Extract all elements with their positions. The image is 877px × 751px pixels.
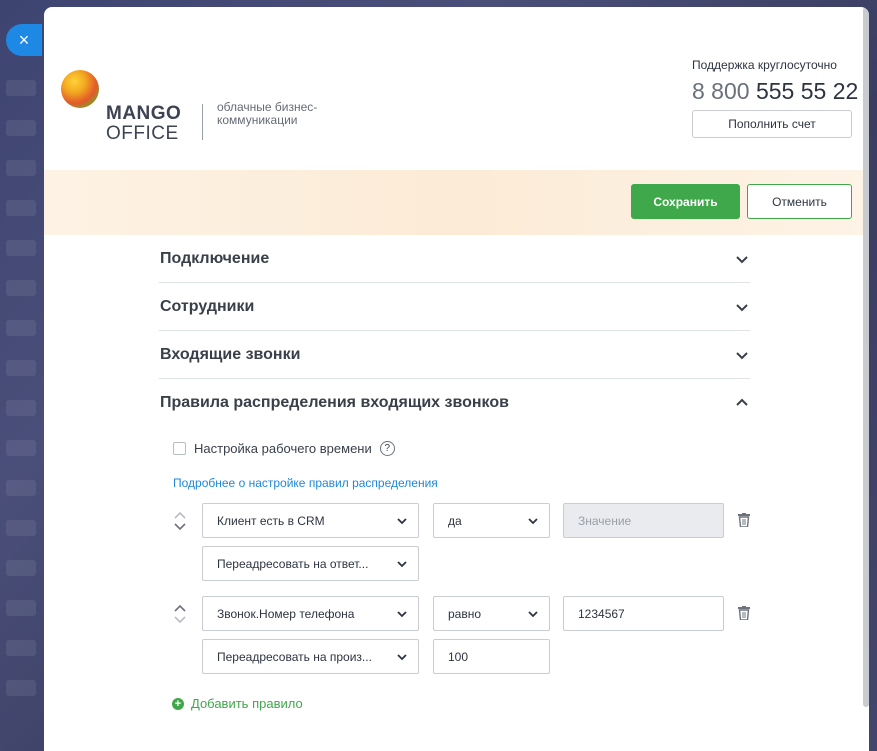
settings-content: Подключение Сотрудники Входящие звонки П… — [159, 235, 750, 747]
select-value: да — [448, 513, 462, 528]
save-button[interactable]: Сохранить — [631, 184, 740, 219]
logo-wordmark-office: OFFICE — [106, 123, 179, 144]
phone-prefix: 8 800 — [692, 78, 750, 104]
action-bar: Сохранить Отменить — [44, 170, 869, 235]
chevron-down-icon — [397, 518, 407, 525]
backdrop-row — [6, 600, 36, 616]
backdrop-row — [6, 160, 36, 176]
section-employees[interactable]: Сотрудники — [159, 283, 750, 331]
section-title: Правила распределения входящих звонков — [160, 394, 509, 411]
help-icon[interactable]: ? — [379, 441, 395, 456]
settings-modal: MANGO OFFICE облачные бизнес-коммуникаци… — [44, 7, 869, 751]
logo-tagline: облачные бизнес-коммуникации — [217, 100, 318, 127]
add-rule-label: Добавить правило — [191, 696, 303, 711]
select-value: Переадресовать на ответ... — [217, 556, 369, 571]
backdrop-row — [6, 400, 36, 416]
rule1-value-input[interactable]: Значение — [563, 503, 724, 538]
chevron-down-icon — [736, 256, 748, 264]
section-connection[interactable]: Подключение — [159, 235, 750, 283]
plus-circle-icon: + — [172, 697, 184, 710]
chevron-down-icon — [397, 654, 407, 661]
rule2-action-value-input[interactable]: 100 — [433, 639, 550, 674]
section-title: Сотрудники — [160, 297, 255, 315]
rule2-condition-select[interactable]: Звонок.Номер телефона — [202, 596, 419, 631]
select-value: Клиент есть в CRM — [217, 513, 325, 528]
chevron-up-icon — [736, 398, 748, 406]
support-block: Поддержка круглосуточно 8 800 555 55 22 — [692, 58, 858, 105]
chevron-down-icon — [736, 352, 748, 360]
backdrop-row — [6, 520, 36, 536]
chevron-down-icon — [397, 561, 407, 568]
backdrop-row — [6, 320, 36, 336]
section-title: Входящие звонки — [160, 345, 301, 363]
scrollbar[interactable] — [863, 7, 869, 707]
backdrop-row — [6, 560, 36, 576]
close-modal-button[interactable]: × — [6, 24, 42, 56]
rule1-operator-select[interactable]: да — [433, 503, 550, 538]
reorder-icon[interactable] — [173, 510, 187, 532]
rule1-action-select[interactable]: Переадресовать на ответ... — [202, 546, 419, 581]
worktime-checkbox[interactable] — [173, 442, 186, 455]
logo-divider — [202, 104, 203, 140]
select-value: равно — [448, 606, 482, 621]
rule2-value-input[interactable]: 1234567 — [563, 596, 724, 631]
chevron-down-icon — [397, 611, 407, 618]
worktime-label: Настройка рабочего времени — [194, 441, 372, 456]
backdrop-list — [0, 80, 44, 751]
logo-icon — [61, 70, 99, 108]
rule2-action-select[interactable]: Переадресовать на произ... — [202, 639, 419, 674]
topup-button[interactable]: Пополнить счет — [692, 110, 852, 138]
trash-icon[interactable] — [738, 513, 750, 527]
rule2-operator-select[interactable]: равно — [433, 596, 550, 631]
backdrop-row — [6, 640, 36, 656]
section-title: Подключение — [160, 249, 270, 267]
add-rule-button[interactable]: + Добавить правило — [172, 696, 303, 711]
backdrop-row — [6, 80, 36, 96]
distribution-rules-panel: Настройка рабочего времени ? Подробнее о… — [159, 427, 750, 747]
reorder-icon[interactable] — [173, 603, 187, 625]
backdrop-row — [6, 360, 36, 376]
select-value: Звонок.Номер телефона — [217, 606, 355, 621]
select-value: Переадресовать на произ... — [217, 649, 372, 664]
support-phone: 8 800 555 55 22 — [692, 78, 858, 105]
trash-icon[interactable] — [738, 606, 750, 620]
backdrop-row — [6, 480, 36, 496]
section-incoming-calls[interactable]: Входящие звонки — [159, 331, 750, 379]
backdrop-row — [6, 280, 36, 296]
backdrop-row — [6, 200, 36, 216]
chevron-down-icon — [528, 518, 538, 525]
modal-header: MANGO OFFICE облачные бизнес-коммуникаци… — [44, 7, 869, 170]
support-label: Поддержка круглосуточно — [692, 58, 837, 72]
cancel-button[interactable]: Отменить — [747, 184, 852, 219]
rule1-condition-select[interactable]: Клиент есть в CRM — [202, 503, 419, 538]
backdrop-row — [6, 680, 36, 696]
rules-help-link[interactable]: Подробнее о настройке правил распределен… — [173, 476, 438, 490]
backdrop-row — [6, 240, 36, 256]
chevron-down-icon — [528, 611, 538, 618]
backdrop-row — [6, 120, 36, 136]
phone-number: 555 55 22 — [755, 78, 859, 104]
chevron-down-icon — [736, 304, 748, 312]
logo-wordmark-mango: MANGO — [106, 103, 182, 124]
backdrop-row — [6, 440, 36, 456]
worktime-row: Настройка рабочего времени ? — [173, 441, 395, 456]
close-icon: × — [18, 29, 30, 50]
section-distribution-rules[interactable]: Правила распределения входящих звонков — [159, 379, 750, 427]
